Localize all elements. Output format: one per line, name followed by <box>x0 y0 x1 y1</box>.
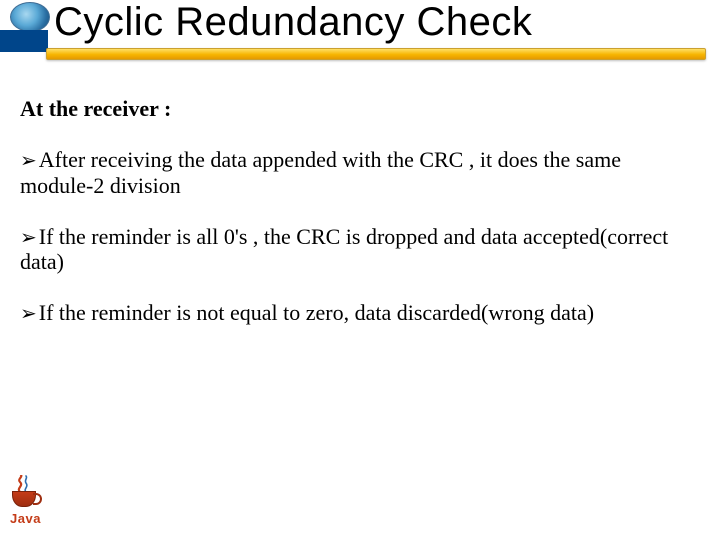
section-heading: At the receiver : <box>20 96 698 121</box>
bullet-text: If the reminder is not equal to zero, da… <box>39 300 594 325</box>
bullet-item: ➢If the reminder is all 0's , the CRC is… <box>20 224 698 275</box>
slide-body: At the receiver : ➢After receiving the d… <box>20 96 698 352</box>
bullet-item: ➢After receiving the data appended with … <box>20 147 698 198</box>
bullet-text: After receiving the data appended with t… <box>20 147 621 197</box>
title-underline-bar <box>46 48 706 60</box>
bullet-text: If the reminder is all 0's , the CRC is … <box>20 224 668 274</box>
globe-icon <box>10 2 50 32</box>
slide-title: Cyclic Redundancy Check <box>54 0 532 45</box>
bullet-arrow-icon: ➢ <box>20 228 37 248</box>
cup-icon <box>10 491 40 509</box>
slide: Cyclic Redundancy Check At the receiver … <box>0 0 720 540</box>
bullet-arrow-icon: ➢ <box>20 151 37 171</box>
bullet-arrow-icon: ➢ <box>20 304 37 324</box>
java-logo: Java <box>10 475 60 526</box>
bullet-item: ➢If the reminder is not equal to zero, d… <box>20 300 698 325</box>
cup-handle <box>33 493 42 505</box>
corner-accent <box>0 30 48 52</box>
java-logo-text: Java <box>10 511 60 526</box>
